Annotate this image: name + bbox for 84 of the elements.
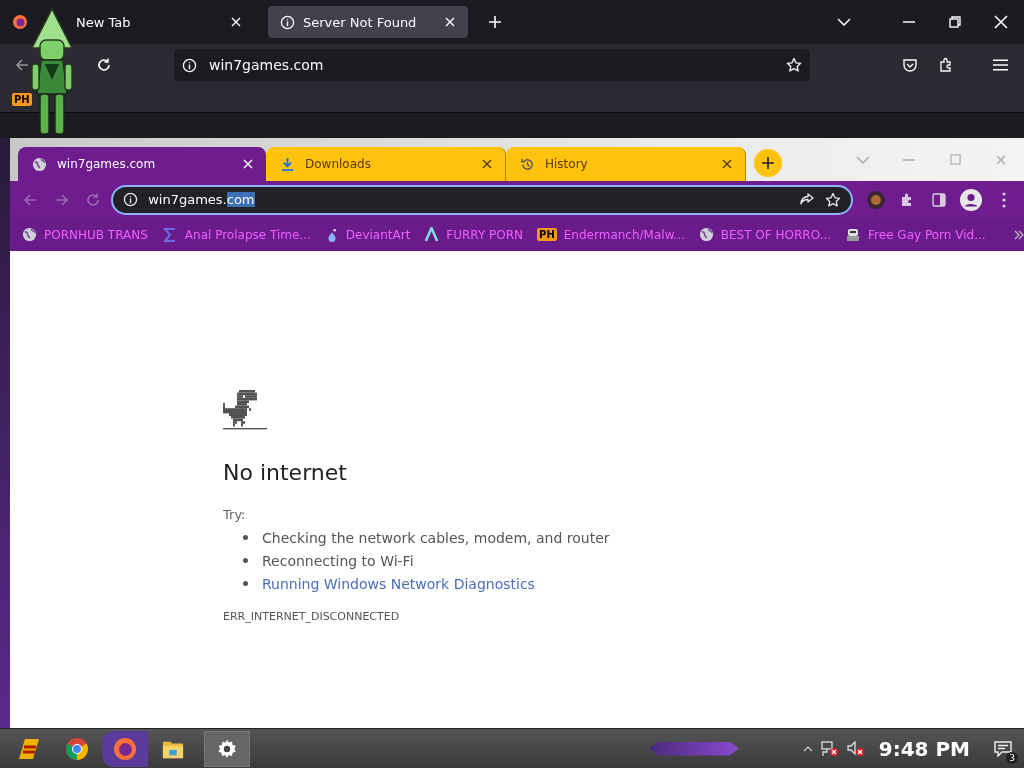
browser-tab[interactable]: History bbox=[506, 147, 746, 181]
close-icon bbox=[994, 15, 1008, 29]
bookmark-star-icon[interactable] bbox=[825, 191, 842, 208]
bullet bbox=[243, 581, 248, 586]
side-panel-icon bbox=[930, 191, 947, 208]
minimize-icon bbox=[903, 158, 915, 161]
tab-title: New Tab bbox=[76, 14, 132, 30]
globe-icon bbox=[32, 156, 47, 172]
more-icon bbox=[1002, 191, 1007, 208]
site-icon bbox=[161, 226, 178, 243]
info-icon[interactable] bbox=[123, 192, 139, 207]
bookmark-label[interactable]: Free Gay Porn Vid... bbox=[868, 227, 986, 242]
browser-tab[interactable]: Server Not Found bbox=[268, 6, 468, 38]
chevron-down-icon bbox=[837, 18, 851, 26]
close-icon bbox=[243, 159, 253, 169]
address-bar[interactable]: win7games.com bbox=[111, 184, 854, 215]
site-badge: PH bbox=[537, 228, 557, 241]
site-icon bbox=[845, 226, 862, 243]
restore-icon bbox=[949, 16, 961, 28]
diagnostics-link[interactable]: Running Windows Network Diagnostics bbox=[262, 575, 535, 592]
bullet bbox=[243, 558, 248, 563]
close-icon bbox=[482, 159, 492, 169]
forward-arrow-icon bbox=[53, 191, 70, 208]
bullet bbox=[243, 535, 248, 540]
globe-icon bbox=[22, 227, 37, 242]
plus-icon bbox=[488, 15, 502, 29]
try-label: Try: bbox=[223, 507, 247, 522]
volume-muted-icon[interactable] bbox=[846, 740, 865, 757]
notification-icon bbox=[994, 740, 1012, 757]
history-icon bbox=[520, 156, 535, 172]
site-badge: PH bbox=[12, 92, 32, 106]
browser-tab[interactable]: New Tab bbox=[74, 6, 254, 38]
puzzle-icon bbox=[938, 57, 954, 73]
close-icon bbox=[231, 17, 241, 27]
menu-icon bbox=[992, 59, 1008, 71]
tab-title: Server Not Found bbox=[303, 14, 418, 30]
notification-count: 3 bbox=[1006, 751, 1018, 764]
site-icon bbox=[424, 227, 440, 242]
bookmark-label[interactable]: Endermanch/Malw... bbox=[563, 227, 685, 242]
back-arrow-icon bbox=[21, 191, 38, 208]
close-icon bbox=[445, 17, 455, 27]
reload-icon bbox=[96, 57, 112, 73]
browser-tab[interactable]: win7games.com bbox=[18, 147, 266, 181]
error-heading: No internet bbox=[223, 460, 348, 485]
chrome-icon bbox=[65, 736, 89, 761]
info-icon bbox=[280, 14, 295, 30]
maximize-icon bbox=[949, 154, 961, 165]
tab-title: Downloads bbox=[305, 157, 372, 171]
bookmark-label[interactable]: DeviantArt bbox=[345, 227, 411, 242]
new-tab-button[interactable] bbox=[754, 149, 782, 177]
firefox-icon[interactable] bbox=[12, 14, 28, 30]
download-icon bbox=[280, 156, 295, 172]
bookmark-label[interactable]: FURRY PORN bbox=[446, 227, 524, 242]
reload-icon bbox=[85, 191, 102, 208]
bookmark-label[interactable]: BEST OF HORRO... bbox=[720, 227, 832, 242]
network-disconnected-icon[interactable] bbox=[820, 740, 839, 757]
notifications-button[interactable]: 3 bbox=[988, 733, 1018, 764]
extension-icon[interactable] bbox=[867, 190, 886, 209]
clock[interactable]: 9:48 PM bbox=[878, 736, 970, 761]
tab-title: History bbox=[545, 157, 589, 171]
close-icon bbox=[996, 154, 1006, 165]
bookmark-label[interactable]: Anal Prolapse Time... bbox=[184, 227, 311, 242]
pocket-icon bbox=[902, 57, 918, 73]
suggestion-text: Reconnecting to Wi-Fi bbox=[262, 552, 414, 569]
url-text: win7games.com bbox=[148, 192, 255, 207]
error-code: ERR_INTERNET_DISCONNECTED bbox=[223, 610, 401, 623]
url-text: win7games.com bbox=[209, 57, 324, 73]
plus-icon bbox=[761, 156, 775, 170]
profile-icon bbox=[960, 188, 983, 211]
back-arrow-icon bbox=[14, 57, 30, 73]
chevron-down-icon bbox=[856, 155, 870, 164]
chevrons-right-icon bbox=[1013, 229, 1024, 240]
suggestion-text: Checking the network cables, modem, and router bbox=[262, 529, 610, 546]
bookmark-label[interactable]: PORNHUB TRANS bbox=[44, 227, 148, 242]
taskbar-button[interactable] bbox=[102, 730, 148, 767]
minimize-icon bbox=[903, 21, 915, 23]
dinosaur-icon bbox=[223, 390, 267, 432]
show-hidden-icons-icon[interactable] bbox=[802, 745, 813, 752]
tab-title: win7games.com bbox=[57, 157, 157, 171]
browser-tab[interactable]: Downloads bbox=[266, 147, 506, 181]
taskbar-button[interactable] bbox=[204, 730, 250, 767]
globe-icon bbox=[698, 227, 714, 242]
close-icon bbox=[722, 159, 732, 169]
firefox-icon bbox=[113, 736, 137, 761]
